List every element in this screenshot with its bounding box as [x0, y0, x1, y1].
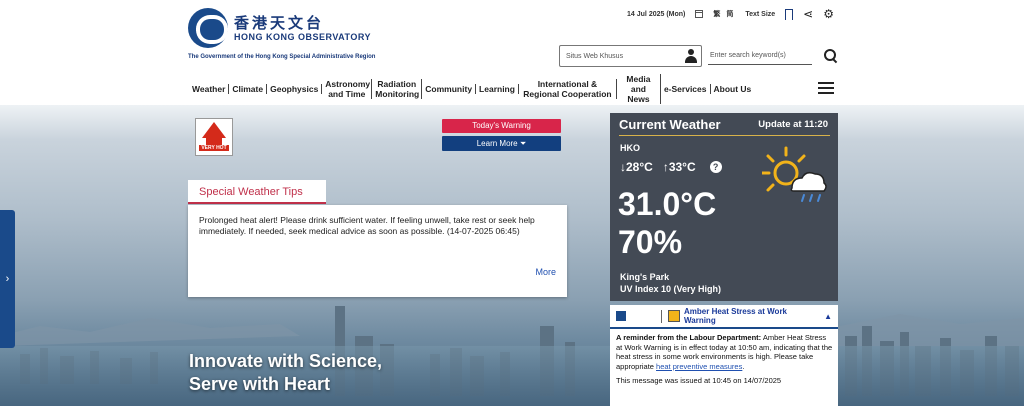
current-temperature: 31.0°C — [618, 186, 717, 222]
temperature-range: ↓28°C ↑33°C ? — [620, 160, 722, 174]
side-drawer-toggle[interactable]: › — [0, 210, 15, 348]
heat-stress-title[interactable]: Amber Heat Stress at Work Warning — [684, 307, 809, 325]
nav-e-services[interactable]: e-Services — [661, 84, 711, 94]
chevron-right-icon: › — [5, 273, 10, 285]
nav-learning[interactable]: Learning — [476, 84, 519, 94]
station-name: King's Park — [620, 272, 670, 282]
nav-media-and-news[interactable]: Media and News — [617, 74, 661, 104]
utility-bar: 14 Jul 2025 (Mon) 繁 简 Text Size ⋖ ⚙ — [627, 8, 834, 20]
bookmark-icon[interactable] — [785, 8, 794, 20]
current-date: 14 Jul 2025 (Mon) — [627, 10, 686, 18]
gear-icon[interactable]: ⚙ — [823, 8, 834, 20]
harbour-water — [0, 346, 1024, 406]
hko-logo[interactable]: 香港天文台 HONG KONG OBSERVATORY — [188, 8, 371, 48]
language-switch[interactable]: 繁 简 — [713, 9, 735, 19]
labour-department-emblem-icon — [616, 311, 626, 321]
logo-chinese-name: 香港天文台 — [234, 14, 325, 32]
labour-department-logo — [616, 309, 662, 323]
nav-astronomy-and-time[interactable]: Astronomy and Time — [322, 79, 373, 99]
slogan-line-1: Innovate with Science, — [189, 351, 383, 371]
site-search-field[interactable]: Situs Web Khusus — [559, 45, 702, 67]
current-weather-panel: Current Weather Update at 11:20 HKO ↓28°… — [610, 113, 838, 301]
tips-more-link[interactable]: More — [535, 267, 556, 277]
update-time: Update at 11:20 — [758, 119, 828, 130]
nav-radiation-monitoring[interactable]: Radiation Monitoring — [372, 79, 423, 99]
keyword-search-input[interactable]: Enter search keyword(s) — [708, 47, 812, 65]
special-weather-tips-text: Prolonged heat alert! Please drink suffi… — [199, 215, 535, 236]
slogan-line-2: Serve with Heart — [189, 374, 331, 394]
user-icon[interactable] — [685, 49, 697, 63]
body-bold-intro: A reminder from the Labour Department: — [616, 333, 762, 342]
nav-about-us[interactable]: About Us — [711, 84, 755, 94]
main-navigation: Weather Climate Geophysics Astronomy and… — [189, 74, 755, 104]
text-size-button[interactable]: Text Size — [745, 11, 775, 18]
hko-emblem-icon — [188, 8, 228, 48]
uv-index: UV Index 10 (Very High) — [620, 284, 722, 294]
todays-warning-button[interactable]: Today's Warning — [442, 119, 561, 133]
learn-more-button[interactable]: Learn More ⏷ — [442, 136, 561, 151]
government-tagline: The Government of the Hong Kong Special … — [188, 54, 376, 60]
divider — [619, 135, 830, 136]
nav-international-regional-cooperation[interactable]: International & Regional Cooperation — [519, 79, 617, 99]
heat-preventive-measures-link[interactable]: heat preventive measures — [656, 362, 742, 371]
nav-climate[interactable]: Climate — [229, 84, 268, 94]
current-weather-title: Current Weather — [619, 117, 721, 132]
min-temperature: ↓28°C — [620, 160, 653, 174]
special-weather-tips-title: Special Weather Tips — [188, 180, 326, 204]
collapse-caret-icon[interactable]: ▲ — [824, 312, 832, 321]
search-area: Situs Web Khusus Enter search keyword(s) — [559, 45, 838, 67]
weather-location: HKO — [620, 143, 640, 153]
share-icon[interactable]: ⋖ — [803, 8, 813, 20]
special-weather-tips-box: Prolonged heat alert! Please drink suffi… — [188, 205, 567, 297]
very-hot-warning-icon[interactable]: VERY HOT — [195, 118, 233, 156]
max-temperature: ↑33°C — [662, 160, 696, 174]
station-info: King's Park UV Index 10 (Very High) — [620, 271, 721, 295]
heat-stress-notice: Amber Heat Stress at Work Warning ▲ A re… — [610, 305, 838, 406]
body-end: . — [742, 361, 745, 371]
site-header: 香港天文台 HONG KONG OBSERVATORY The Governme… — [0, 0, 1024, 105]
issued-time: This message was issued at 10:45 on 14/0… — [616, 376, 782, 385]
relative-humidity: 70% — [618, 224, 683, 260]
nav-geophysics[interactable]: Geophysics — [267, 84, 323, 94]
very-hot-label: VERY HOT — [199, 145, 229, 151]
nav-weather[interactable]: Weather — [189, 84, 230, 94]
logo-english-name: HONG KONG OBSERVATORY — [234, 31, 372, 42]
heat-stress-warning-icon — [668, 310, 680, 322]
help-icon[interactable]: ? — [709, 161, 722, 173]
site-search-placeholder: Situs Web Khusus — [566, 52, 624, 60]
calendar-icon[interactable] — [695, 10, 704, 18]
hamburger-menu-icon[interactable] — [818, 82, 834, 94]
search-icon[interactable] — [824, 49, 838, 63]
nav-community[interactable]: Community — [422, 84, 477, 94]
sun-cloud-rain-icon[interactable] — [762, 146, 828, 208]
heat-stress-body: A reminder from the Labour Department: A… — [610, 329, 838, 371]
slogan: Innovate with Science, Serve with Heart — [189, 350, 382, 396]
